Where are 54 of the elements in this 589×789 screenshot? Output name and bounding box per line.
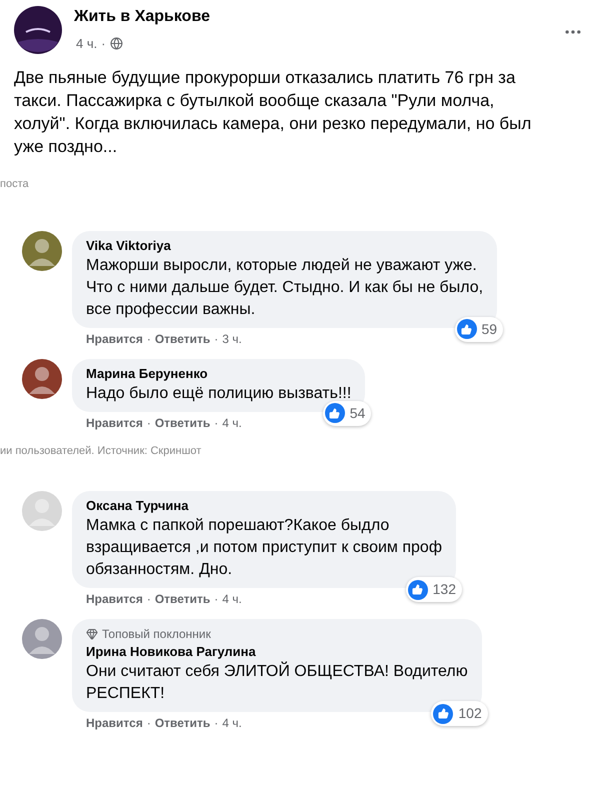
like-link[interactable]: Нравится [86,414,143,430]
like-link[interactable]: Нравится [86,330,143,346]
comment-text: Надо было ещё полицию вызвать!!! [86,384,352,404]
comment-time[interactable]: 4 ч. [222,414,242,430]
caption: ии пользователей. Источник: Скриншот [0,444,202,458]
reply-link[interactable]: Ответить [154,330,210,346]
like-icon [456,319,476,339]
diamond-icon [86,628,98,640]
like-icon [324,403,345,423]
avatar [22,491,62,531]
author-name[interactable]: Оксана Турчина [86,497,442,515]
like-icon [433,704,454,724]
reply-link[interactable]: Ответить [154,715,210,731]
comment-time[interactable]: 3 ч. [222,330,242,346]
like-icon [408,580,428,600]
reaction-badge[interactable]: 59 [454,316,504,342]
like-count: 54 [350,404,366,422]
separator: · [214,715,218,731]
author-name[interactable]: Vika Viktoriya [86,236,484,254]
post-text: Две пьяные будущие прокурорши отказались платить 76 грн за такси. Пассажирка с бутылкой вообще сказала "Рули молча, холуй". Когда включилась камера, они резко передумали, но был уже поздно... [13,67,532,158]
avatar [22,619,62,659]
separator: · [146,330,151,346]
separator: · [146,715,151,731]
page-name[interactable]: Жить в Харькове [74,6,551,28]
comment-time[interactable]: 4 ч. [222,715,242,731]
separator: · [146,414,151,430]
separator: · [214,330,218,346]
separator: · [214,591,218,607]
comment-text: Мажорши выросли, которые людей не уважают уже. Что с ними дальше будет. Стыдно. И как бы не было, все профессии важны. [86,256,484,320]
comment-text: Мамка с папкой порешают?Какое быдло взращивается ,и потом приступит к своим проф обязанностям. Дно. [86,516,442,580]
separator: · [101,35,106,53]
badge-label: Топовый поклонник [102,626,211,643]
separator: · [146,591,151,607]
comment-text: Они считают себя ЭЛИТОЙ ОБЩЕСТВА! Водителю РЕСПЕКТ! [86,661,468,704]
avatar [22,358,62,398]
reply-link[interactable]: Ответить [154,591,210,607]
like-count: 132 [432,580,456,599]
reaction-badge[interactable]: 132 [406,577,462,602]
reply-link[interactable]: Ответить [154,414,210,430]
page-logo[interactable] [14,6,62,54]
like-count: 102 [458,704,482,723]
author-name[interactable]: Ирина Новикова Рагулина [86,643,468,661]
globe-icon [110,37,123,50]
like-link[interactable]: Нравится [86,715,143,731]
post-time[interactable]: 4 ч. [76,34,98,54]
reaction-badge[interactable]: 102 [431,701,488,726]
like-count: 59 [482,320,498,338]
author-name[interactable]: Марина Беруненко [86,364,352,382]
reaction-badge[interactable]: 54 [322,400,372,426]
comment-time[interactable]: 4 ч. [222,591,242,607]
caption: поста [0,177,30,192]
separator: · [214,414,218,430]
avatar [22,230,62,270]
like-link[interactable]: Нравится [86,591,143,607]
